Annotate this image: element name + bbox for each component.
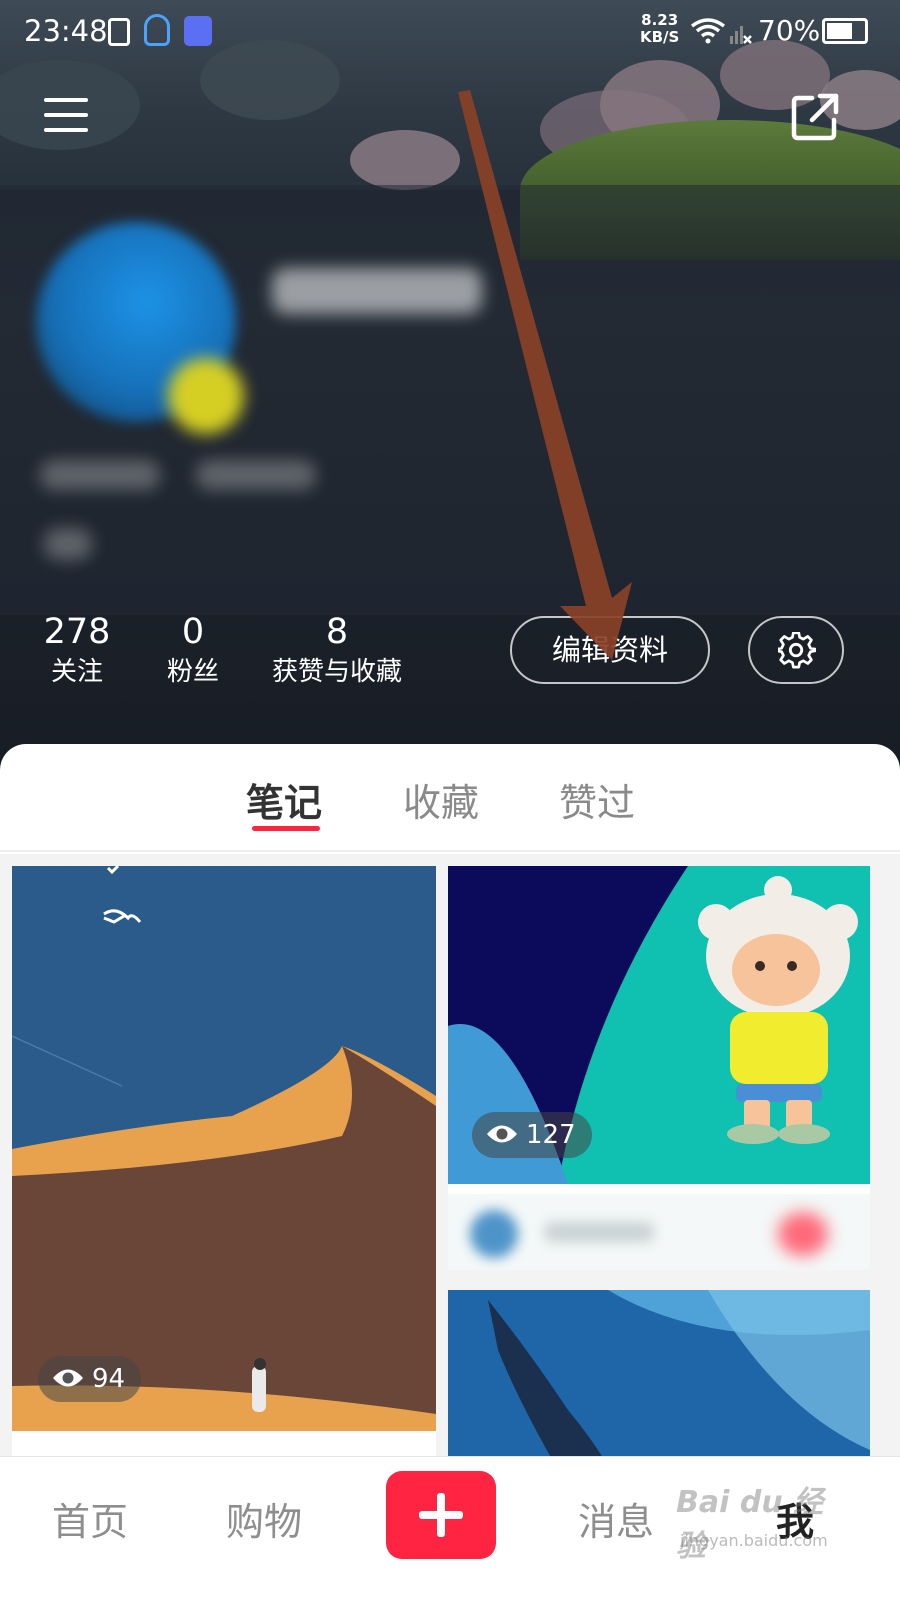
eye-icon (53, 1369, 83, 1386)
note-footer-blurred (448, 1194, 870, 1270)
nav-home[interactable]: 首页 (52, 1491, 128, 1546)
profile-header: 23:48 8.23 KB/S 70% 278 关注 0 粉丝 8 获赞与收藏 … (0, 0, 900, 790)
battery-percent: 70% (758, 14, 821, 47)
app-notification-icon (184, 16, 212, 46)
status-bar: 23:48 8.23 KB/S 70% (0, 0, 900, 64)
publish-button[interactable] (386, 1471, 496, 1559)
tab-collections[interactable]: 收藏 (403, 772, 479, 827)
profile-tabs: 笔记 收藏 赞过 (0, 744, 900, 852)
battery-icon (822, 18, 868, 44)
view-count-badge: 127 (472, 1112, 592, 1158)
nav-shopping[interactable]: 购物 (226, 1491, 302, 1546)
note-card[interactable]: 127 (448, 866, 870, 1270)
profile-stats: 278 关注 0 粉丝 8 获赞与收藏 (0, 610, 500, 710)
stat-likes-and-saves[interactable]: 8 获赞与收藏 (266, 610, 408, 690)
username-blurred (272, 268, 482, 314)
qq-icon (144, 14, 170, 46)
eye-icon (487, 1125, 517, 1142)
like-icon-blurred (778, 1212, 828, 1256)
tab-liked[interactable]: 赞过 (559, 772, 635, 827)
baidu-watermark-url: jingyan.baidu.com (680, 1531, 828, 1550)
avatar-badge (168, 358, 244, 434)
settings-button[interactable] (748, 616, 844, 684)
vibrate-icon (108, 18, 130, 46)
user-tag-blurred (44, 528, 92, 560)
menu-button[interactable] (40, 94, 90, 136)
user-id-blurred (40, 460, 160, 490)
menu-icon (44, 98, 88, 102)
status-time: 23:48 (24, 14, 108, 48)
stat-followers[interactable]: 0 粉丝 (152, 610, 234, 690)
wifi-icon (690, 18, 726, 44)
active-tab-indicator (252, 826, 320, 831)
nav-messages[interactable]: 消息 (578, 1491, 654, 1546)
tab-notes[interactable]: 笔记 (246, 772, 322, 827)
author-avatar-blurred (470, 1210, 518, 1258)
network-speed: 8.23 KB/S (640, 11, 680, 46)
note-card[interactable]: 94 (12, 866, 436, 1486)
note-cover-image (12, 866, 436, 1431)
signal-icon (730, 26, 752, 44)
stat-following[interactable]: 278 关注 (34, 610, 120, 690)
gear-icon (778, 632, 816, 669)
share-icon[interactable] (788, 88, 844, 144)
battery-level-fill (827, 23, 853, 39)
bottom-navigation: 首页 购物 消息 我 Bai du 经验 jingyan.baidu.com (0, 1456, 900, 1600)
user-location-blurred (196, 460, 316, 490)
view-count-badge: 94 (38, 1356, 142, 1402)
edit-profile-button[interactable]: 编辑资料 (510, 616, 710, 684)
